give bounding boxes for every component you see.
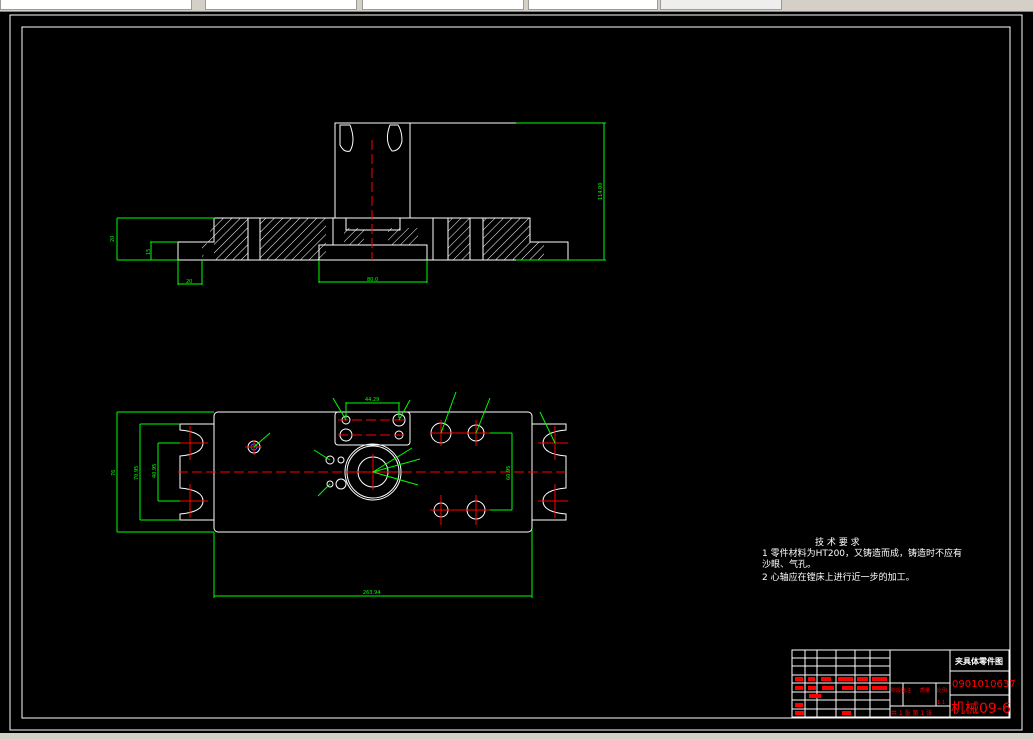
cad-drawing-canvas[interactable]: 20 15 20 80.0 114.00 263.94 76 70.95 40.…: [0, 0, 1033, 739]
dim-plate-width: 76: [111, 470, 117, 476]
stage-label: 阶段标注: [891, 687, 911, 694]
weight-label: 质量: [920, 687, 930, 694]
section-view-dimensions: 20 15 20 80.0 114.00: [110, 122, 606, 285]
inner-frame: [21, 26, 1011, 719]
dim-boss-dia: 80.0: [367, 277, 378, 283]
status-bar: [0, 733, 1033, 739]
dim-ear-span: 70.95: [134, 466, 140, 480]
dim-slot-pitch: 40.95: [152, 464, 158, 478]
tech-req-line3: 2 心轴应在镗床上进行近一步的加工。: [762, 571, 915, 583]
dim-total-height: 114.00: [598, 183, 604, 201]
outer-frame: [9, 14, 1023, 731]
class-name: 机械09-6: [951, 701, 1011, 717]
dim-tab-holes: 44.29: [365, 397, 379, 403]
title-block: 夹具体零件图 0901010637 阶段标注 质量 比例 1:1 共 1 张 第…: [791, 649, 1016, 718]
dim-ear-width: 20: [186, 279, 192, 285]
scale-label: 比例: [937, 687, 947, 694]
dim-height: 20: [110, 236, 116, 242]
dim-step: 15: [146, 249, 152, 255]
technical-requirements: 技 术 要 求 1 零件材料为HT200，又铸造而成，铸造时不应有 沙眼、气孔。…: [762, 536, 962, 583]
dim-plate-length: 263.94: [363, 590, 381, 596]
tech-req-line2: 沙眼、气孔。: [762, 558, 816, 570]
scale-value: 1:1: [937, 700, 945, 706]
dim-hole-pitch: 60.95: [506, 466, 512, 480]
drawing-number: 0901010637: [952, 679, 1016, 690]
drawing-name: 夹具体零件图: [955, 656, 1003, 666]
section-view: [177, 122, 569, 261]
tech-req-line1: 1 零件材料为HT200，又铸造而成，铸造时不应有: [762, 547, 962, 559]
sheet-count: 共 1 张 第 1 张: [891, 709, 932, 717]
plan-view-dimensions: 263.94 76 70.95 40.95 60.95 44.29: [111, 391, 556, 598]
tech-req-title: 技 术 要 求: [815, 536, 860, 548]
